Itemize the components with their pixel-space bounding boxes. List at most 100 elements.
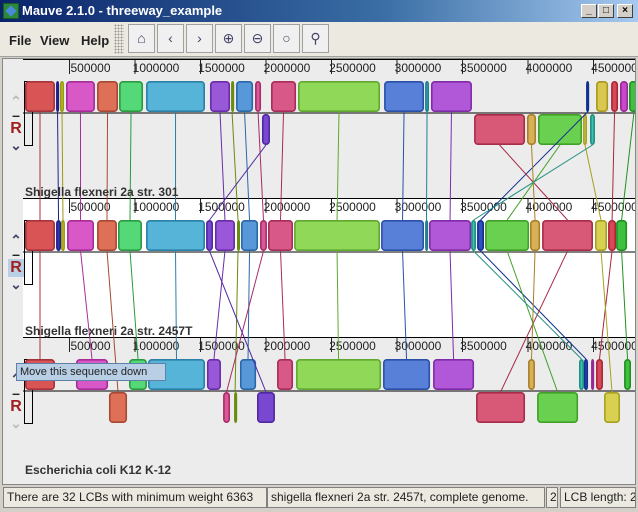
- lcb-block[interactable]: [381, 220, 425, 252]
- lcb-block[interactable]: [223, 391, 231, 423]
- lcb-block[interactable]: [429, 220, 472, 252]
- lcb-block[interactable]: [257, 391, 275, 423]
- lcb-block[interactable]: [430, 80, 472, 112]
- lcb-block[interactable]: [277, 358, 294, 390]
- reverse-sequence-icon[interactable]: R: [8, 120, 24, 138]
- lcb-block[interactable]: [231, 80, 235, 112]
- lcb-block[interactable]: [214, 220, 235, 252]
- lcb-block[interactable]: [97, 80, 119, 112]
- lcb-block[interactable]: [146, 80, 205, 112]
- lcb-block[interactable]: [108, 391, 128, 423]
- lcb-block[interactable]: [59, 80, 65, 112]
- move-down-icon[interactable]: ⌄: [8, 276, 24, 293]
- status-message: There are 32 LCBs with minimum weight 63…: [3, 487, 267, 508]
- lcb-alignment-canvas[interactable]: 500000 1000000 1500000 2000000 2500000 300000…: [3, 59, 636, 485]
- move-down-icon[interactable]: ⌄: [8, 415, 24, 432]
- lcb-block[interactable]: [471, 220, 477, 252]
- lcb-block[interactable]: [433, 358, 475, 390]
- lcb-block[interactable]: [578, 358, 584, 390]
- lcb-block[interactable]: [118, 220, 142, 252]
- lcb-block[interactable]: [616, 220, 628, 252]
- lcb-block[interactable]: [296, 358, 382, 390]
- lcb-block[interactable]: [234, 391, 238, 423]
- lcb-block[interactable]: [24, 220, 55, 252]
- reverse-sequence-icon[interactable]: R: [8, 398, 24, 416]
- minimize-button[interactable]: _: [581, 4, 597, 18]
- lcb-block[interactable]: [298, 80, 381, 112]
- lcb-block[interactable]: [239, 358, 257, 390]
- lcb-block[interactable]: [66, 80, 95, 112]
- genome-panel[interactable]: [3, 198, 636, 337]
- home-button[interactable]: ⌂: [128, 24, 155, 53]
- menu-help[interactable]: Help: [81, 33, 109, 48]
- lcb-block[interactable]: [271, 80, 297, 112]
- lcb-block[interactable]: [590, 113, 595, 145]
- axis-tick-label: 500000: [70, 61, 110, 75]
- lcb-block[interactable]: [629, 81, 636, 112]
- axis-tick-label: 1000000: [133, 200, 180, 214]
- axis-tick-label: 3000000: [395, 61, 442, 75]
- zoom-in-button[interactable]: ⊕: [215, 24, 242, 53]
- scroll-right-button[interactable]: ›: [186, 24, 213, 53]
- lcb-block[interactable]: [583, 113, 587, 145]
- lcb-block[interactable]: [206, 358, 221, 390]
- lcb-block[interactable]: [583, 358, 589, 390]
- maximize-button[interactable]: □: [598, 4, 614, 18]
- lcb-block[interactable]: [620, 80, 628, 112]
- lcb-block[interactable]: [236, 220, 241, 252]
- lcb-connector-line: [426, 111, 428, 221]
- lcb-block[interactable]: [586, 80, 590, 112]
- lcb-block[interactable]: [268, 220, 294, 252]
- lcb-block[interactable]: [530, 220, 541, 252]
- menu-view[interactable]: View: [40, 33, 69, 48]
- lcb-block[interactable]: [209, 80, 231, 112]
- lcb-block[interactable]: [485, 220, 530, 252]
- scroll-left-icon: ‹: [168, 30, 173, 46]
- find-button[interactable]: ⚲: [302, 24, 329, 53]
- toolbar-grip[interactable]: [114, 24, 124, 54]
- lcb-block[interactable]: [383, 358, 431, 390]
- lcb-block[interactable]: [425, 80, 430, 112]
- lcb-block[interactable]: [67, 220, 95, 252]
- zoom-reset-button[interactable]: ○: [273, 24, 300, 53]
- lcb-block[interactable]: [206, 220, 213, 252]
- lcb-block[interactable]: [594, 220, 608, 252]
- tooltip: Move this sequence down: [16, 363, 166, 381]
- lcb-block[interactable]: [476, 391, 526, 423]
- lcb-block[interactable]: [608, 220, 617, 252]
- lcb-block[interactable]: [611, 80, 619, 112]
- lcb-block[interactable]: [146, 220, 205, 252]
- scroll-left-button[interactable]: ‹: [157, 24, 184, 53]
- close-button[interactable]: ×: [617, 4, 633, 18]
- zoom-out-button[interactable]: ⊖: [244, 24, 271, 53]
- lcb-block[interactable]: [294, 220, 381, 252]
- lcb-block[interactable]: [255, 80, 262, 112]
- lcb-block[interactable]: [477, 220, 485, 252]
- lcb-block[interactable]: [474, 113, 526, 145]
- menu-file[interactable]: File: [9, 33, 31, 48]
- lcb-block[interactable]: [119, 80, 144, 112]
- lcb-block[interactable]: [596, 358, 603, 390]
- lcb-block[interactable]: [526, 113, 537, 145]
- lcb-block[interactable]: [56, 80, 60, 112]
- reverse-sequence-icon[interactable]: R: [8, 259, 24, 277]
- lcb-block[interactable]: [241, 220, 259, 252]
- axis-tick-label: 4500000: [591, 339, 636, 353]
- lcb-block[interactable]: [528, 358, 535, 390]
- move-down-icon[interactable]: ⌄: [8, 137, 24, 154]
- lcb-block[interactable]: [61, 220, 65, 252]
- lcb-block[interactable]: [542, 220, 594, 252]
- lcb-block[interactable]: [596, 80, 609, 112]
- lcb-block[interactable]: [260, 220, 267, 252]
- lcb-block[interactable]: [537, 391, 579, 423]
- lcb-block[interactable]: [56, 220, 62, 252]
- lcb-block[interactable]: [604, 391, 621, 423]
- lcb-block[interactable]: [384, 80, 425, 112]
- lcb-block[interactable]: [591, 358, 595, 390]
- lcb-block[interactable]: [236, 80, 254, 112]
- lcb-block[interactable]: [261, 113, 270, 145]
- lcb-block[interactable]: [425, 220, 429, 252]
- lcb-block[interactable]: [97, 220, 117, 252]
- lcb-block[interactable]: [24, 80, 55, 112]
- lcb-block[interactable]: [624, 358, 632, 390]
